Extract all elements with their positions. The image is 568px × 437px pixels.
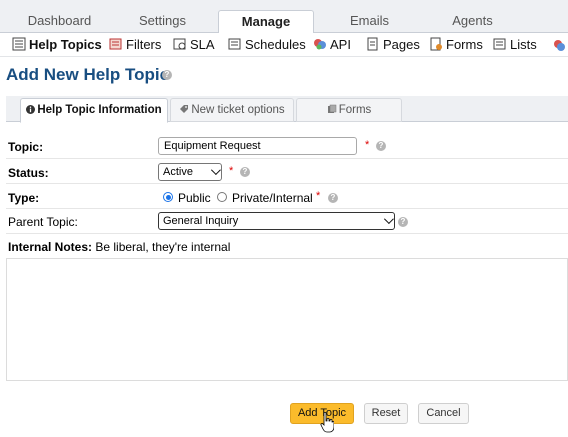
type-public-label: Public [178,191,211,205]
type-private-radio[interactable] [217,192,227,202]
type-public-radio[interactable] [163,192,173,202]
subnav-forms[interactable]: Forms [429,36,483,54]
forms-icon [430,37,442,51]
content-tab-bar: Help Topic Information New ticket option… [6,96,568,123]
subnav-sla-label: SLA [190,37,215,52]
internal-notes-line: Internal Notes: Be liberal, they're inte… [8,240,230,254]
subnav-api-label: API [330,37,351,52]
chevron-down-icon [383,214,394,225]
reset-button[interactable]: Reset [364,403,408,424]
title-help-icon[interactable]: ? [162,70,172,80]
topic-input[interactable] [158,137,357,155]
tab-new-ticket-options[interactable]: New ticket options [170,98,294,122]
status-label: Status: [8,166,49,180]
subnav-schedules[interactable]: Schedules [228,36,306,54]
subnav-sla[interactable]: SLA [173,36,215,54]
lists-icon [493,38,506,50]
topic-label: Topic: [8,140,44,154]
status-row: Status: Active * ? [6,159,568,184]
status-help-icon[interactable]: ? [240,167,250,177]
type-label: Type: [8,191,40,205]
status-select[interactable]: Active [158,163,222,181]
help-topics-icon [12,37,26,51]
subnav-lists-label: Lists [510,37,537,52]
subnav-pages-label: Pages [383,37,420,52]
topic-required-marker: * [365,139,370,151]
tab-new-ticket-options-label: New ticket options [191,104,285,116]
tab-manage[interactable]: Manage [218,10,314,34]
api-icon [314,39,326,50]
subnav-pages[interactable]: Pages [366,36,420,54]
internal-notes-editor[interactable] [6,258,568,381]
topic-help-icon[interactable]: ? [376,141,386,151]
subnav-lists[interactable]: Lists [493,36,537,54]
tab-help-topic-information-label: Help Topic Information [37,104,162,116]
tab-settings[interactable]: Settings [111,10,214,32]
chevron-down-icon [210,165,221,176]
tab-forms[interactable]: Forms [296,98,402,122]
type-row: Type: Public Private/Internal * ? [6,184,568,209]
type-required-marker: * [316,190,321,202]
sub-nav: Help Topics Filters SLA Schedules API Pa… [0,33,568,57]
subnav-help-topics[interactable]: Help Topics [12,36,102,54]
sla-icon [173,38,186,50]
topic-row: Topic: * ? [6,134,568,159]
subnav-filters-label: Filters [126,37,162,52]
tab-emails[interactable]: Emails [318,10,421,32]
parent-topic-select-value: General Inquiry [163,215,239,227]
status-required-marker: * [229,165,234,177]
page-title: Add New Help Topic [6,65,170,84]
tab-dashboard[interactable]: Dashboard [8,10,111,32]
subnav-help-topics-label: Help Topics [29,37,102,52]
forms-tab-icon [327,104,336,113]
tag-icon [180,105,189,113]
internal-notes-label: Internal Notes: [8,240,93,254]
internal-notes-hint: Be liberal, they're internal [95,240,231,254]
status-select-value: Active [163,166,193,178]
subnav-api[interactable]: API [313,36,351,54]
type-private-label: Private/Internal [232,191,313,205]
more-nav-icon[interactable] [552,38,566,52]
parent-topic-row: Parent Topic: General Inquiry ? [6,209,568,234]
tab-help-topic-information[interactable]: Help Topic Information [20,98,168,123]
schedules-icon [228,38,241,50]
filters-icon [109,38,122,50]
cancel-button[interactable]: Cancel [418,403,469,424]
subnav-filters[interactable]: Filters [109,36,161,54]
pages-icon [367,37,378,51]
top-tab-bar: Dashboard Settings Manage Emails Agents [0,0,568,34]
subnav-forms-label: Forms [446,37,483,52]
parent-topic-help-icon[interactable]: ? [398,217,408,227]
subnav-schedules-label: Schedules [245,37,306,52]
parent-topic-select[interactable]: General Inquiry [158,212,395,230]
parent-topic-label: Parent Topic: [8,215,78,229]
type-help-icon[interactable]: ? [328,193,338,203]
tab-forms-label: Forms [338,104,372,116]
tab-agents[interactable]: Agents [421,10,524,32]
info-icon [26,105,36,114]
hand-cursor-icon [320,412,334,433]
